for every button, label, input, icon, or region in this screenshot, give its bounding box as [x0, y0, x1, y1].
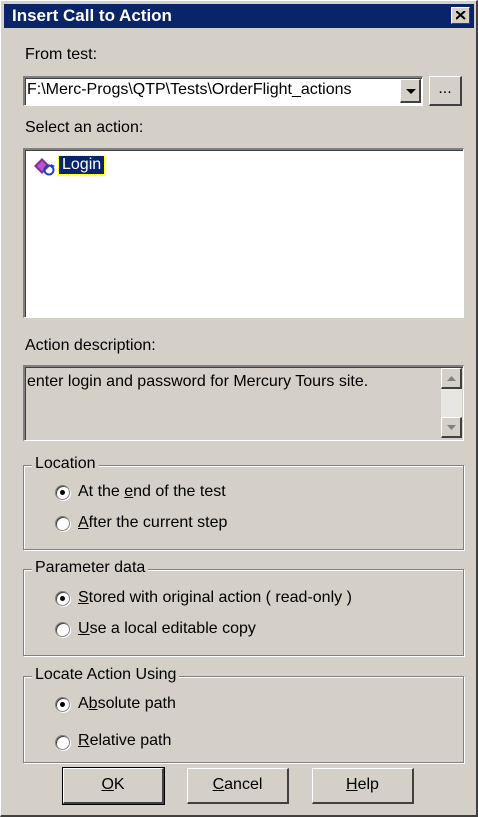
parameter-data-title: Parameter data — [32, 559, 149, 577]
action-description-label: Action description: — [25, 337, 156, 354]
parameter-data-group: Parameter data Stored with original acti… — [23, 559, 464, 656]
radio-absolute-path[interactable] — [55, 697, 70, 712]
description-scrollbar[interactable] — [441, 368, 462, 438]
help-button[interactable]: Help — [312, 768, 414, 804]
radio-stored-original-label[interactable]: Stored with original action ( read-only … — [78, 589, 352, 607]
ok-button[interactable]: OK — [63, 768, 164, 804]
radio-relative-path-label[interactable]: Relative path — [78, 732, 171, 750]
browse-label: ... — [438, 80, 452, 97]
locate-action-title: Locate Action Using — [32, 666, 180, 684]
insert-call-to-action-dialog: Insert Call to Action From test: F:\Merc… — [0, 0, 478, 817]
select-action-label: Select an action: — [25, 119, 144, 136]
chevron-down-icon — [447, 425, 456, 430]
dropdown-button[interactable] — [400, 79, 421, 103]
chevron-down-icon — [406, 89, 416, 94]
action-description-box[interactable]: enter login and password for Mercury Tou… — [23, 365, 464, 441]
radio-relative-path[interactable] — [55, 735, 70, 750]
scroll-up-button[interactable] — [441, 368, 462, 389]
radio-stored-original[interactable] — [55, 591, 70, 606]
close-icon — [456, 11, 466, 20]
radio-local-copy[interactable] — [55, 622, 70, 637]
close-button[interactable] — [451, 7, 470, 24]
action-icon — [34, 158, 55, 176]
radio-local-copy-label[interactable]: Use a local editable copy — [78, 620, 256, 638]
window-title: Insert Call to Action — [12, 6, 172, 25]
locate-action-group: Locate Action Using Absolute path Relati… — [23, 666, 464, 763]
location-group: Location At the end of the test After th… — [23, 455, 464, 550]
action-list[interactable]: Login — [23, 148, 464, 318]
radio-after-step-label[interactable]: After the current step — [78, 514, 227, 532]
action-description-text: enter login and password for Mercury Tou… — [27, 373, 369, 390]
radio-after-step[interactable] — [55, 516, 70, 531]
radio-absolute-path-label[interactable]: Absolute path — [78, 695, 176, 713]
list-item[interactable]: Login — [31, 154, 106, 176]
chevron-up-icon — [447, 376, 456, 381]
from-test-value: F:\Merc-Progs\QTP\Tests\OrderFlight_acti… — [27, 81, 352, 98]
list-item-label: Login — [57, 155, 106, 175]
scroll-down-button[interactable] — [441, 417, 462, 438]
browse-button[interactable]: ... — [429, 76, 462, 106]
from-test-combobox[interactable]: F:\Merc-Progs\QTP\Tests\OrderFlight_acti… — [23, 76, 423, 106]
from-test-label: From test: — [25, 46, 98, 63]
radio-at-end-label[interactable]: At the end of the test — [78, 483, 226, 501]
title-bar[interactable]: Insert Call to Action — [4, 4, 474, 28]
radio-at-end[interactable] — [55, 485, 70, 500]
cancel-button[interactable]: Cancel — [187, 768, 289, 804]
location-title: Location — [32, 455, 99, 473]
